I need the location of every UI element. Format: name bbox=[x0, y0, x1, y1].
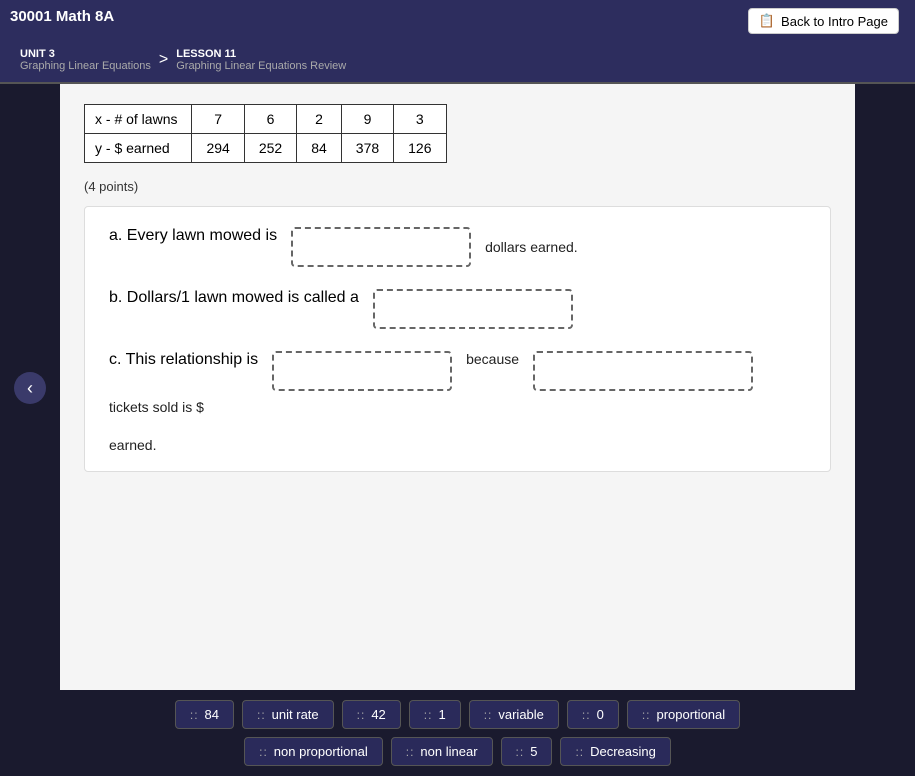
question-a: a. Every lawn mowed is dollars earned. bbox=[109, 227, 806, 267]
top-bar: 📋 Back to Intro Page bbox=[0, 0, 915, 42]
data-table: x - # of lawns 7 6 2 9 3 y - $ earned 29… bbox=[84, 104, 447, 163]
back-to-intro-button[interactable]: 📋 Back to Intro Page bbox=[748, 8, 899, 34]
question-a-prefix: a. Every lawn mowed is bbox=[109, 227, 277, 245]
dots-1: :: bbox=[424, 708, 433, 722]
app-title: 30001 Math 8A bbox=[10, 8, 114, 25]
row2-val-1: 294 bbox=[192, 134, 244, 163]
row1-val-2: 6 bbox=[244, 105, 296, 134]
drag-item-non-linear[interactable]: :: non linear bbox=[391, 737, 493, 766]
drag-label-decreasing: Decreasing bbox=[590, 744, 656, 759]
drag-item-1[interactable]: :: 1 bbox=[409, 700, 461, 729]
answer-box-c1[interactable] bbox=[272, 351, 452, 391]
dots-5: :: bbox=[516, 745, 525, 759]
back-icon: 📋 bbox=[759, 13, 775, 29]
drag-item-84[interactable]: :: 84 bbox=[175, 700, 234, 729]
drag-label-variable: variable bbox=[498, 707, 544, 722]
drag-label-non-proportional: non proportional bbox=[274, 744, 368, 759]
question-b: b. Dollars/1 lawn mowed is called a bbox=[109, 289, 806, 329]
dots-non-linear: :: bbox=[406, 745, 415, 759]
row1-val-1: 7 bbox=[192, 105, 244, 134]
drag-row-1: :: 84 :: unit rate :: 42 :: 1 :: variabl… bbox=[40, 700, 875, 729]
lesson-info: LESSON 11 Graphing Linear Equations Revi… bbox=[176, 48, 346, 72]
answer-box-b[interactable] bbox=[373, 289, 573, 329]
drag-item-5[interactable]: :: 5 bbox=[501, 737, 553, 766]
row2-val-3: 84 bbox=[297, 134, 342, 163]
drag-label-proportional: proportional bbox=[656, 707, 725, 722]
row2-val-2: 252 bbox=[244, 134, 296, 163]
drag-label-84: 84 bbox=[205, 707, 219, 722]
lesson-label: LESSON 11 bbox=[176, 48, 346, 60]
drag-label-non-linear: non linear bbox=[420, 744, 477, 759]
dots-decreasing: :: bbox=[575, 745, 584, 759]
lesson-name: Graphing Linear Equations Review bbox=[176, 60, 346, 72]
question-c-suffix: tickets sold is $ bbox=[109, 399, 204, 415]
unit-name: Graphing Linear Equations bbox=[20, 60, 151, 72]
dots-unit-rate: :: bbox=[257, 708, 266, 722]
question-b-prefix: b. Dollars/1 lawn mowed is called a bbox=[109, 289, 359, 307]
drag-item-non-proportional[interactable]: :: non proportional bbox=[244, 737, 383, 766]
drag-item-unit-rate[interactable]: :: unit rate bbox=[242, 700, 334, 729]
row2-label: y - $ earned bbox=[85, 134, 192, 163]
dots-non-proportional: :: bbox=[259, 745, 268, 759]
bottom-bar: :: 84 :: unit rate :: 42 :: 1 :: variabl… bbox=[0, 690, 915, 776]
dots-0: :: bbox=[582, 708, 591, 722]
unit-label: UNIT 3 bbox=[20, 48, 151, 60]
drag-item-proportional[interactable]: :: proportional bbox=[627, 700, 740, 729]
dots-42: :: bbox=[357, 708, 366, 722]
question-c-prefix: c. This relationship is bbox=[109, 351, 258, 369]
dots-variable: :: bbox=[484, 708, 493, 722]
answer-box-c2[interactable] bbox=[533, 351, 753, 391]
unit-info: UNIT 3 Graphing Linear Equations bbox=[20, 48, 151, 72]
row1-val-4: 9 bbox=[341, 105, 393, 134]
row2-val-5: 126 bbox=[394, 134, 446, 163]
drag-item-decreasing[interactable]: :: Decreasing bbox=[560, 737, 670, 766]
table-row-x: x - # of lawns 7 6 2 9 3 bbox=[85, 105, 447, 134]
row2-val-4: 378 bbox=[341, 134, 393, 163]
table-row-y: y - $ earned 294 252 84 378 126 bbox=[85, 134, 447, 163]
drag-item-42[interactable]: :: 42 bbox=[342, 700, 401, 729]
drag-item-variable[interactable]: :: variable bbox=[469, 700, 559, 729]
nav-left-arrow[interactable]: ‹ bbox=[14, 372, 46, 404]
dots-84: :: bbox=[190, 708, 199, 722]
question-c-because: because bbox=[466, 351, 519, 367]
question-a-suffix: dollars earned. bbox=[485, 239, 578, 255]
question-box: a. Every lawn mowed is dollars earned. b… bbox=[84, 206, 831, 472]
row1-label: x - # of lawns bbox=[85, 105, 192, 134]
drag-label-42: 42 bbox=[371, 707, 385, 722]
main-content: x - # of lawns 7 6 2 9 3 y - $ earned 29… bbox=[60, 84, 855, 704]
points-label: (4 points) bbox=[84, 179, 831, 194]
answer-box-a[interactable] bbox=[291, 227, 471, 267]
row1-val-3: 2 bbox=[297, 105, 342, 134]
question-c: c. This relationship is because tickets … bbox=[109, 351, 806, 415]
breadcrumb-bar: UNIT 3 Graphing Linear Equations > LESSO… bbox=[0, 42, 915, 84]
breadcrumb-chevron: > bbox=[159, 51, 168, 69]
row1-val-5: 3 bbox=[394, 105, 446, 134]
drag-row-2: :: non proportional :: non linear :: 5 :… bbox=[40, 737, 875, 766]
dots-proportional: :: bbox=[642, 708, 651, 722]
drag-label-1: 1 bbox=[438, 707, 445, 722]
drag-label-unit-rate: unit rate bbox=[272, 707, 319, 722]
back-button-label: Back to Intro Page bbox=[781, 14, 888, 29]
earned-label: earned. bbox=[109, 437, 156, 453]
drag-item-0[interactable]: :: 0 bbox=[567, 700, 619, 729]
drag-label-0: 0 bbox=[597, 707, 604, 722]
drag-label-5: 5 bbox=[530, 744, 537, 759]
